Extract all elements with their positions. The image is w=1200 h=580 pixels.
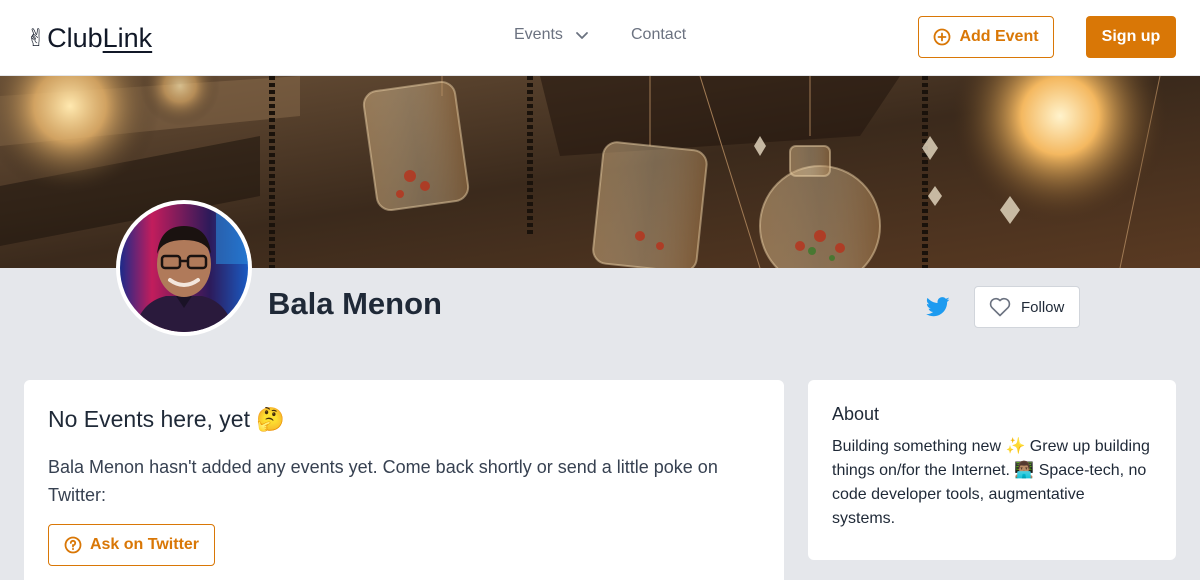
nav-events-dropdown[interactable]: Events bbox=[514, 26, 589, 44]
heart-icon bbox=[989, 297, 1011, 317]
ask-on-twitter-button[interactable]: Ask on Twitter bbox=[48, 524, 215, 566]
add-event-label: Add Event bbox=[959, 28, 1039, 45]
question-circle-icon bbox=[64, 536, 82, 554]
about-card-bio: Building something new ✨ Grew up buildin… bbox=[832, 438, 1150, 527]
events-card-title: No Events here, yet 🤔 bbox=[48, 406, 286, 432]
victory-hand-icon: ✌ bbox=[26, 24, 47, 52]
profile-name: Bala Menon bbox=[268, 286, 442, 321]
sign-up-button[interactable]: Sign up bbox=[1086, 16, 1176, 58]
plus-circle-icon bbox=[934, 28, 951, 46]
clublink-logo[interactable]: ✌ Club Link bbox=[26, 20, 152, 56]
follow-label: Follow bbox=[1021, 298, 1065, 316]
add-event-button[interactable]: Add Event bbox=[918, 16, 1054, 58]
about-card: About Building something new ✨ Grew up b… bbox=[808, 380, 1176, 560]
twitter-icon[interactable] bbox=[926, 296, 950, 318]
follow-button[interactable]: Follow bbox=[974, 286, 1080, 328]
nav-events-label: Events bbox=[514, 26, 563, 43]
logo-text-club: Club bbox=[47, 22, 103, 53]
events-card: No Events here, yet 🤔 Bala Menon hasn't … bbox=[24, 380, 784, 580]
events-card-message: Bala Menon hasn't added any events yet. … bbox=[48, 457, 718, 505]
ask-on-twitter-label: Ask on Twitter bbox=[89, 536, 200, 553]
chevron-down-icon bbox=[576, 32, 588, 39]
logo-text-link: Link bbox=[102, 22, 153, 53]
about-card-title: About bbox=[832, 404, 880, 424]
nav-contact-link[interactable]: Contact bbox=[631, 26, 686, 44]
profile-avatar bbox=[116, 200, 252, 336]
top-navbar: ✌ Club Link Events Contact Add Event Sig… bbox=[0, 0, 1200, 76]
